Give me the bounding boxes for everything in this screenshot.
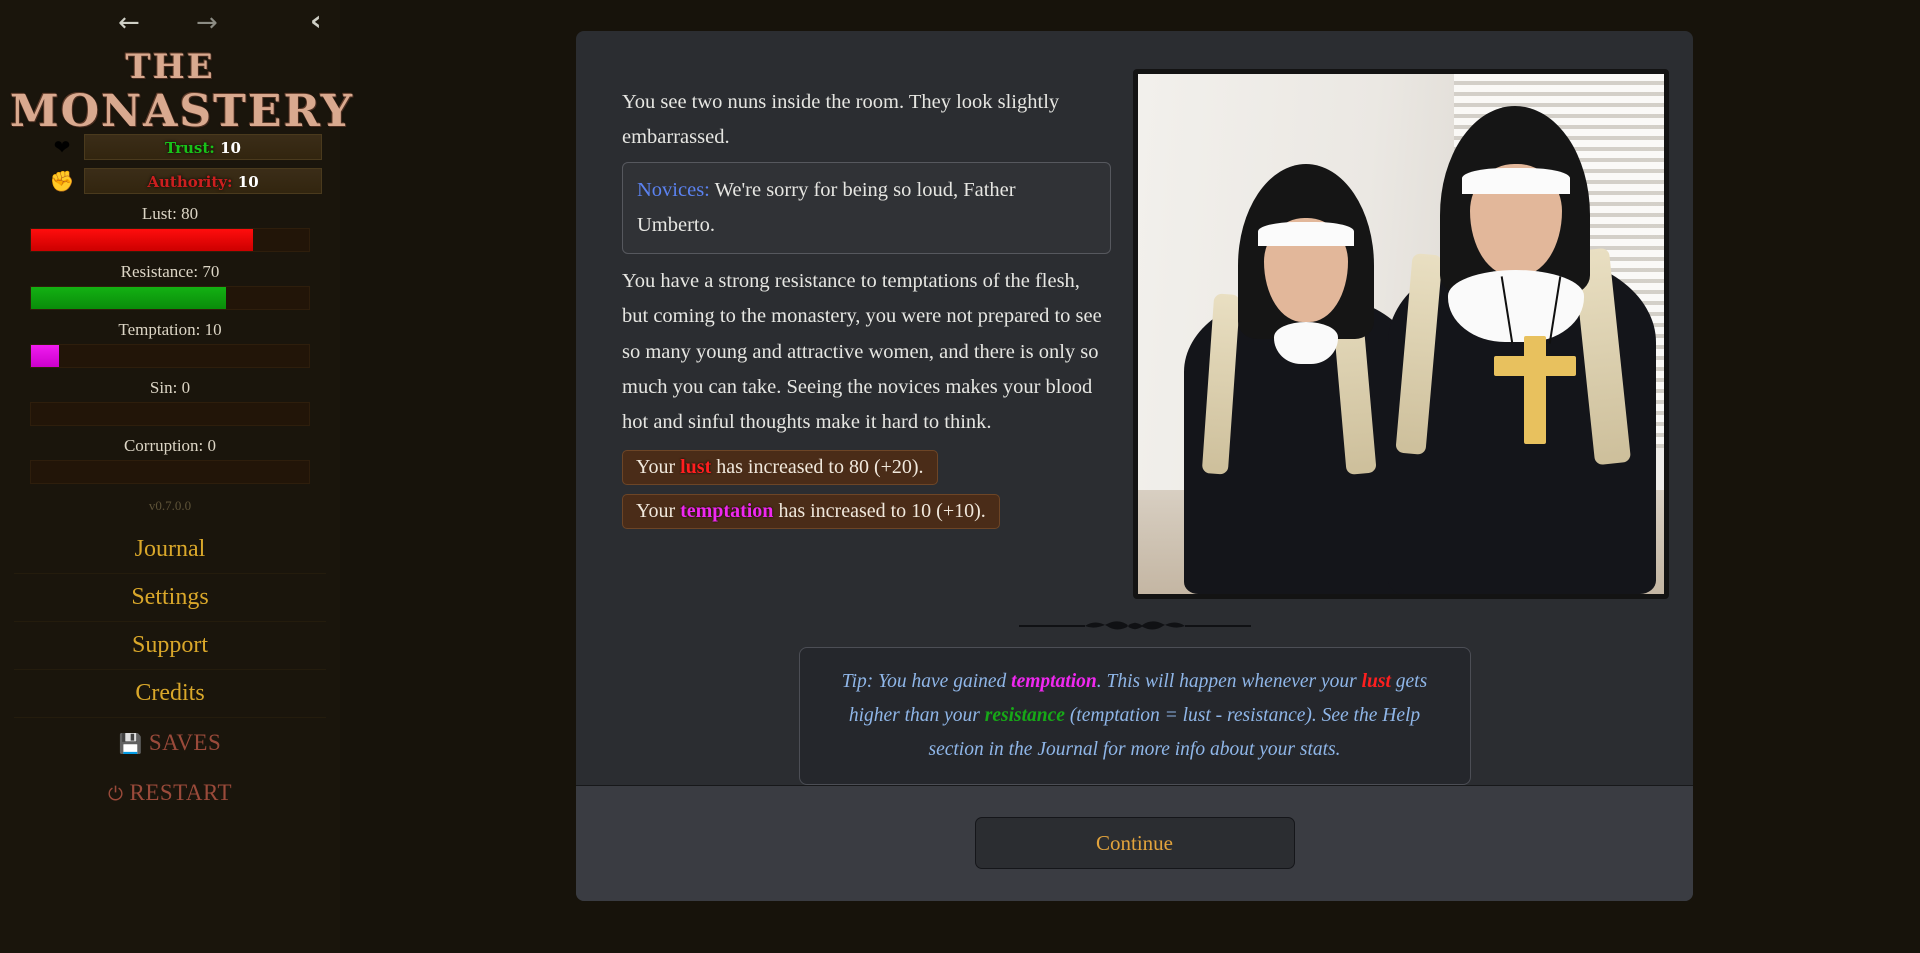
tip-box: Tip: You have gained temptation. This wi…: [798, 647, 1471, 785]
stat-pill-trust: ❤ Trust: 10: [48, 134, 322, 160]
image-column: [1133, 57, 1669, 599]
sidebar: ← → ‹ THE MONASTERY ❤ Trust: 10 ✊ Author…: [0, 0, 355, 953]
game-screen: ← → ‹ THE MONASTERY ❤ Trust: 10 ✊ Author…: [0, 0, 1920, 953]
stat-change-lust-keyword: lust: [680, 456, 712, 479]
meter-lust-label: Lust: 80: [141, 204, 199, 223]
sidebar-item-journal[interactable]: Journal: [14, 526, 326, 574]
meter-temptation-label: Temptation: 10: [118, 320, 222, 339]
fist-icon: ✊: [49, 169, 75, 193]
meter-resistance: Resistance: 70: [30, 262, 310, 310]
meter-corruption-label: Corruption: 0: [123, 436, 217, 455]
panel-footer: Continue: [576, 784, 1693, 901]
trust-pill: Trust: 10: [84, 134, 322, 160]
stat-change-temptation-suffix: has increased to 10 (+10).: [773, 500, 986, 523]
authority-value: 10: [237, 173, 259, 191]
saves-button[interactable]: 💾 SAVES: [0, 718, 340, 768]
tip-keyword-resistance: resistance: [984, 704, 1065, 726]
game-title: THE MONASTERY: [0, 47, 355, 137]
stat-change-temptation-prefix: Your: [636, 500, 681, 523]
meter-sin: Sin: 0: [30, 378, 310, 426]
floppy-disk-icon: 💾: [118, 733, 143, 755]
flourish-icon: [1018, 621, 1251, 630]
scene-image: [1133, 69, 1669, 599]
stat-change-lust-prefix: Your: [636, 456, 681, 479]
tip-keyword-temptation: temptation: [1011, 671, 1097, 692]
meter-temptation: Temptation: 10: [30, 320, 310, 368]
chevron-left-icon[interactable]: ‹: [310, 7, 322, 35]
meter-sin-label: Sin: 0: [149, 378, 191, 397]
meter-resistance-track: [30, 286, 310, 310]
continue-button[interactable]: Continue: [974, 817, 1295, 870]
meter-resistance-label: Resistance: 70: [120, 262, 220, 281]
trust-label: Trust:: [165, 139, 215, 157]
version-label: v0.7.0.0: [148, 498, 192, 513]
meter-corruption: Corruption: 0: [30, 436, 310, 484]
meter-corruption-track: [30, 460, 310, 484]
sidebar-item-credits[interactable]: Credits: [14, 670, 326, 718]
cross-icon: [1524, 336, 1546, 444]
tip-segment-1: Tip: You have gained: [841, 671, 1012, 692]
main-panel: You see two nuns inside the room. They l…: [576, 31, 1693, 901]
restart-label: RESTART: [129, 780, 233, 805]
meter-temptation-track: [30, 344, 310, 368]
game-title-line2: MONASTERY: [10, 86, 355, 137]
game-title-line1: THE: [125, 47, 215, 87]
sidebar-item-settings[interactable]: Settings: [14, 574, 326, 622]
sidebar-nav-bar: ← → ‹: [0, 0, 340, 46]
stat-change-lust: Your lust has increased to 80 (+20).: [622, 450, 938, 486]
meter-sin-track: [30, 402, 310, 426]
story-row: You see two nuns inside the room. They l…: [600, 57, 1669, 599]
panel-body: You see two nuns inside the room. They l…: [576, 31, 1693, 785]
dialogue-box: Novices: We're sorry for being so loud, …: [622, 161, 1111, 254]
dialogue-speaker: Novices:: [637, 178, 710, 201]
power-icon: ⏻: [107, 783, 124, 805]
meter-lust-fill: [31, 229, 254, 251]
nun-right: [1378, 106, 1664, 594]
meter-lust: Lust: 80: [30, 204, 310, 252]
stat-change-temptation: Your temptation has increased to 10 (+10…: [622, 494, 1000, 530]
story-column: You see two nuns inside the room. They l…: [600, 57, 1111, 599]
ornament-divider: [600, 617, 1669, 639]
trust-value: 10: [220, 139, 241, 157]
story-paragraph-2: You have a strong resistance to temptati…: [622, 270, 1102, 433]
meter-temptation-fill: [31, 345, 59, 367]
meter-lust-track: [30, 228, 310, 252]
tip-keyword-lust: lust: [1361, 671, 1391, 692]
saves-label: SAVES: [148, 730, 222, 755]
authority-pill: Authority: 10: [84, 168, 322, 194]
sidebar-item-support[interactable]: Support: [14, 622, 326, 670]
stat-change-temptation-keyword: temptation: [680, 500, 774, 523]
arrow-left-icon[interactable]: ←: [118, 10, 140, 36]
tip-segment-2: . This will happen whenever your: [1096, 671, 1362, 692]
restart-button[interactable]: ⏻ RESTART: [0, 768, 340, 818]
story-paragraph-1: You see two nuns inside the room. They l…: [622, 91, 1060, 149]
meter-resistance-fill: [31, 287, 226, 309]
authority-label: Authority:: [147, 173, 233, 191]
cross-icon: [1494, 356, 1576, 376]
arrow-right-icon[interactable]: →: [196, 10, 218, 36]
heart-icon: ❤: [53, 135, 71, 159]
sidebar-menu: Journal Settings Support Credits: [0, 526, 340, 718]
stat-pill-authority: ✊ Authority: 10: [48, 168, 322, 194]
stat-change-lust-suffix: has increased to 80 (+20).: [711, 456, 924, 479]
